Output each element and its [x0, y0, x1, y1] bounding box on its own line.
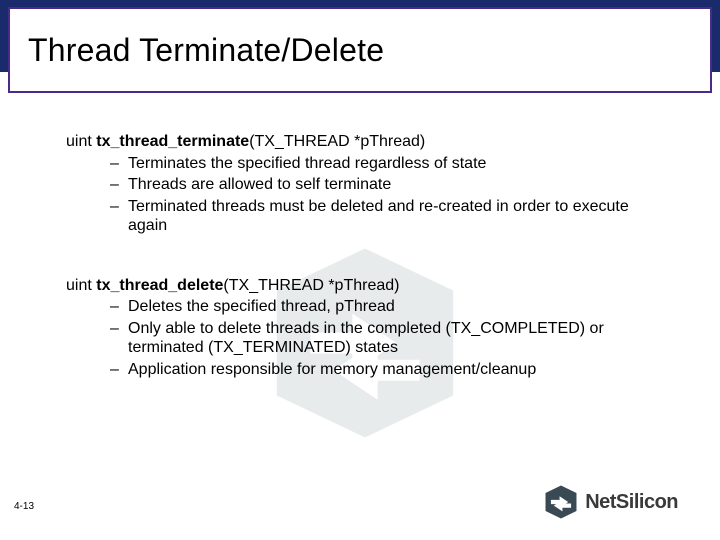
slide: Thread Terminate/Delete uint tx_thread_t…: [0, 0, 720, 540]
footer-logo: NetSilicon: [543, 484, 678, 520]
title-box: Thread Terminate/Delete: [8, 7, 712, 93]
page-number: 4-13: [14, 501, 34, 512]
sig-prefix: uint: [66, 133, 96, 150]
footer-logo-icon: [543, 484, 579, 520]
sig-fn-name: tx_thread_delete: [96, 277, 223, 294]
function-signature: uint tx_thread_terminate(TX_THREAD *pThr…: [66, 132, 672, 152]
section-terminate: uint tx_thread_terminate(TX_THREAD *pThr…: [66, 132, 672, 236]
section-delete: uint tx_thread_delete(TX_THREAD *pThread…: [66, 276, 672, 380]
bullet-item: Threads are allowed to self terminate: [110, 175, 672, 195]
sig-prefix: uint: [66, 277, 96, 294]
bullet-list: Deletes the specified thread, pThread On…: [66, 297, 672, 379]
slide-title: Thread Terminate/Delete: [10, 32, 384, 69]
bullet-item: Deletes the specified thread, pThread: [110, 297, 672, 317]
function-signature: uint tx_thread_delete(TX_THREAD *pThread…: [66, 276, 672, 296]
sig-fn-name: tx_thread_terminate: [96, 133, 249, 150]
bullet-item: Only able to delete threads in the compl…: [110, 319, 672, 358]
sig-args: (TX_THREAD *pThread): [249, 133, 425, 150]
bullet-item: Terminates the specified thread regardle…: [110, 154, 672, 174]
bullet-list: Terminates the specified thread regardle…: [66, 154, 672, 236]
sig-args: (TX_THREAD *pThread): [223, 277, 399, 294]
footer-logo-text: NetSilicon: [585, 491, 678, 514]
bullet-item: Application responsible for memory manag…: [110, 360, 672, 380]
content-area: uint tx_thread_terminate(TX_THREAD *pThr…: [66, 132, 672, 419]
bullet-item: Terminated threads must be deleted and r…: [110, 197, 672, 236]
